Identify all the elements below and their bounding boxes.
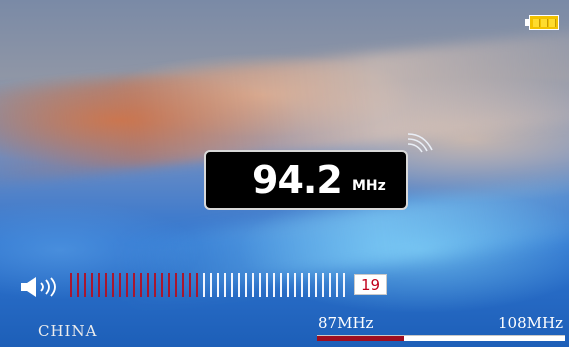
battery-cell xyxy=(541,19,548,27)
tuning-position-fill xyxy=(317,336,404,341)
volume-bar-filled xyxy=(91,273,93,297)
battery-cell xyxy=(533,19,540,27)
battery-cell xyxy=(549,19,556,27)
band-min-label: 87MHz xyxy=(318,314,374,332)
volume-bar-empty xyxy=(210,273,212,297)
volume-bar-empty xyxy=(336,273,338,297)
volume-bar-empty xyxy=(329,273,331,297)
volume-bar-empty xyxy=(238,273,240,297)
volume-bar-empty xyxy=(266,273,268,297)
volume-bar-filled xyxy=(126,273,128,297)
volume-bar-empty xyxy=(217,273,219,297)
speaker-icon[interactable] xyxy=(20,277,66,297)
region-label: CHINA xyxy=(38,322,98,340)
volume-bar-empty xyxy=(224,273,226,297)
volume-bar-filled xyxy=(154,273,156,297)
volume-bar-empty xyxy=(343,273,345,297)
battery-full-icon xyxy=(525,15,561,32)
volume-bar-empty xyxy=(252,273,254,297)
volume-bar-empty xyxy=(273,273,275,297)
radio-signal-icon xyxy=(407,133,433,153)
tuning-position-bar[interactable] xyxy=(317,335,565,341)
volume-bar-filled xyxy=(112,273,114,297)
volume-bar-empty xyxy=(287,273,289,297)
volume-bar-filled xyxy=(84,273,86,297)
volume-bar-empty xyxy=(315,273,317,297)
volume-bar-empty xyxy=(322,273,324,297)
volume-bar-filled xyxy=(98,273,100,297)
frequency-display: 94.2 MHz xyxy=(204,150,408,210)
volume-bar-filled xyxy=(119,273,121,297)
band-max-label: 108MHz xyxy=(498,314,563,332)
volume-bar-filled xyxy=(161,273,163,297)
frequency-value: 94.2 xyxy=(252,158,343,202)
volume-bar-filled xyxy=(133,273,135,297)
volume-bar-filled xyxy=(175,273,177,297)
volume-bar-filled xyxy=(70,273,72,297)
volume-bar-empty xyxy=(245,273,247,297)
volume-bar-empty xyxy=(294,273,296,297)
volume-level-bar[interactable] xyxy=(70,273,360,297)
volume-bar-filled xyxy=(77,273,79,297)
volume-bar-empty xyxy=(231,273,233,297)
volume-bar-filled xyxy=(189,273,191,297)
volume-bar-empty xyxy=(259,273,261,297)
battery-body xyxy=(529,15,559,30)
volume-bar-empty xyxy=(203,273,205,297)
volume-bar-filled xyxy=(147,273,149,297)
radio-screen: 94.2 MHz 19 CHINA 87MHz 108MHz xyxy=(0,0,569,347)
frequency-unit: MHz xyxy=(352,178,386,194)
volume-bar-filled xyxy=(140,273,142,297)
volume-bar-empty xyxy=(308,273,310,297)
volume-bar-empty xyxy=(301,273,303,297)
volume-bar-filled xyxy=(168,273,170,297)
volume-bar-filled xyxy=(105,273,107,297)
volume-level-value: 19 xyxy=(354,274,387,295)
volume-bar-empty xyxy=(280,273,282,297)
volume-bar-filled xyxy=(196,273,198,297)
volume-bar-filled xyxy=(182,273,184,297)
